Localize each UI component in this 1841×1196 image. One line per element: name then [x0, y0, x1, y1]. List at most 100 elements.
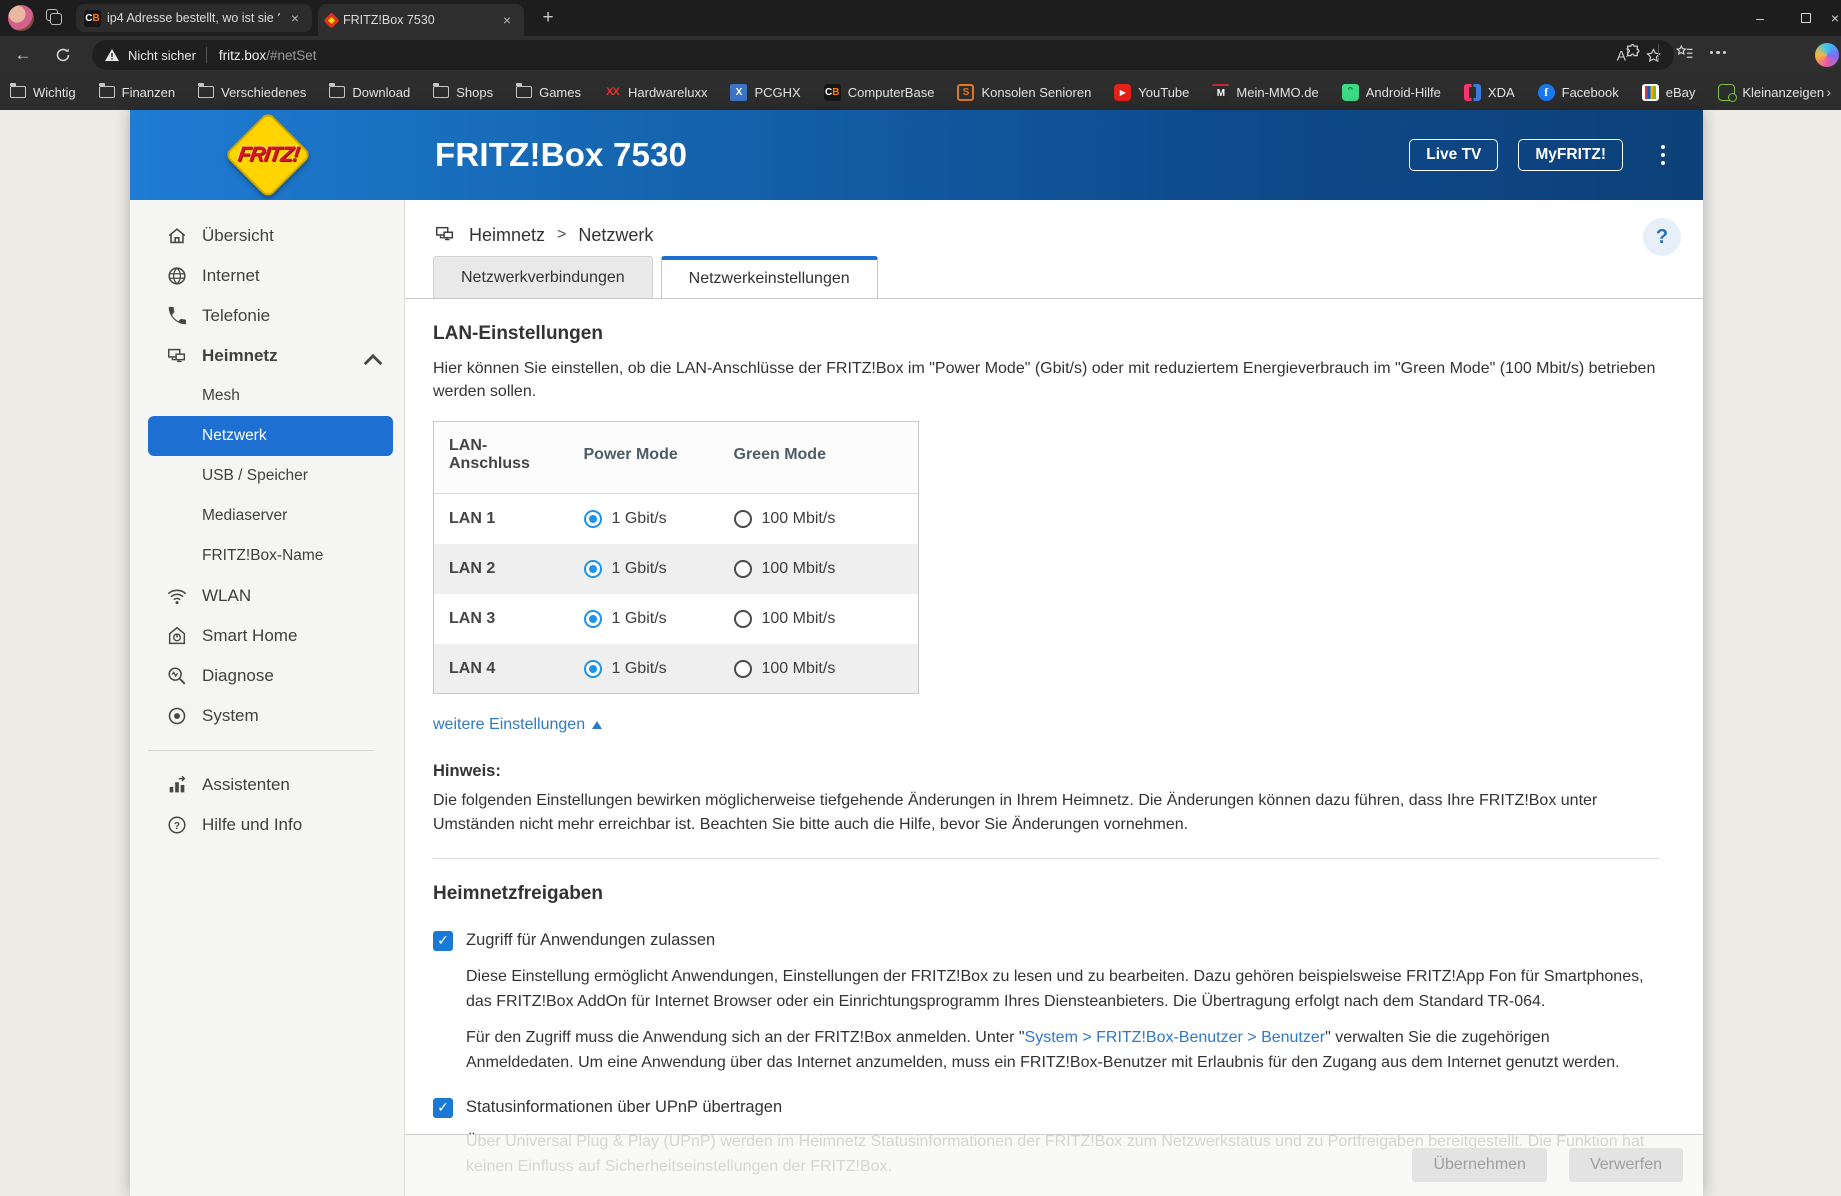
more-settings-link[interactable]: weitere Einstellungen — [433, 716, 1659, 734]
bookmark-item[interactable]: eBay — [1641, 83, 1695, 101]
header-menu-icon[interactable] — [1661, 145, 1665, 165]
bookmark-item[interactable]: M Mein-MMO.de — [1212, 83, 1319, 101]
help-button[interactable]: ? — [1643, 218, 1681, 256]
app-access-label[interactable]: Zugriff für Anwendungen zulassen — [466, 931, 715, 950]
extensions-icon[interactable] — [1623, 43, 1642, 62]
bookmark-item[interactable]: X PCGHX — [730, 83, 801, 101]
live-tv-button[interactable]: Live TV — [1409, 139, 1499, 171]
green-mode-radio[interactable] — [733, 510, 752, 529]
tab-close-icon[interactable]: × — [498, 12, 516, 28]
new-tab-button[interactable]: + — [536, 7, 560, 29]
sidebar-item-mesh[interactable]: Mesh — [130, 376, 404, 416]
bookmark-item[interactable]: Download — [329, 83, 410, 100]
apply-button[interactable]: Übernehmen — [1412, 1148, 1547, 1182]
bookmark-item[interactable]: Wichtig — [10, 83, 76, 100]
bookmark-item[interactable]: ▶ YouTube — [1114, 83, 1189, 101]
svg-text:?: ? — [174, 821, 180, 832]
network-icon — [168, 348, 186, 363]
browser-tab-active[interactable]: FRITZ!Box 7530 × — [318, 4, 524, 36]
sidebar-item-telefonie[interactable]: Telefonie — [130, 296, 404, 336]
bookmark-item[interactable]: XX Hardwareluxx — [604, 84, 707, 101]
settings-menu-icon[interactable] — [1709, 50, 1726, 55]
app-access-login-note: Für den Zugriff muss die Anwendung sich … — [466, 1029, 1620, 1072]
green-mode-radio[interactable] — [733, 659, 752, 678]
security-label[interactable]: Nicht sicher — [128, 48, 196, 63]
bookmark-item[interactable]: Games — [516, 83, 581, 100]
upnp-checkbox[interactable]: ✓ — [433, 1097, 453, 1118]
fritz-logo[interactable]: FRITZ! — [130, 110, 405, 200]
app-header: FRITZ! FRITZ!Box 7530 Live TV MyFRITZ! — [130, 110, 1703, 200]
sidebar-item-heimnetz[interactable]: Heimnetz — [130, 336, 404, 376]
profile-avatar[interactable] — [8, 5, 34, 31]
close-button[interactable]: × — [1829, 0, 1841, 36]
user-settings-link[interactable]: System > FRITZ!Box-Benutzer > Benutzer — [1025, 1029, 1326, 1046]
chevron-up-icon[interactable] — [362, 349, 384, 371]
upnp-label[interactable]: Statusinformationen über UPnP übertragen — [466, 1098, 782, 1117]
android-icon — [1341, 83, 1359, 101]
refresh-icon[interactable] — [50, 43, 76, 67]
app-access-checkbox[interactable]: ✓ — [433, 930, 453, 951]
sidebar-item-system[interactable]: System — [130, 696, 404, 736]
bookmark-item[interactable]: Finanzen — [98, 83, 175, 100]
bookmark-item[interactable]: S Konsolen Senioren — [957, 83, 1091, 101]
tab-groups-icon[interactable] — [46, 9, 64, 27]
green-mode-radio[interactable] — [733, 559, 752, 578]
tab-netzwerkeinstellungen[interactable]: Netzwerkeinstellungen — [660, 256, 878, 298]
konsolen-senioren-icon: S — [957, 83, 975, 101]
myfritz-button[interactable]: MyFRITZ! — [1518, 139, 1623, 171]
power-mode-radio[interactable] — [583, 609, 602, 628]
discard-button[interactable]: Verwerfen — [1568, 1148, 1683, 1182]
apply-bar: Übernehmen Verwerfen — [405, 1134, 1703, 1196]
sidebar-item-smart-home[interactable]: Smart Home — [130, 616, 404, 656]
sidebar-item-fritzbox-name[interactable]: FRITZ!Box-Name — [130, 536, 404, 576]
browser-toolbar: ← Nicht sicher fritz.box /#netSet A) — [0, 36, 1841, 74]
back-icon[interactable]: ← — [10, 43, 36, 67]
bookmark-item[interactable]: XDA — [1463, 83, 1515, 101]
folder-icon — [433, 83, 450, 98]
bookmark-item[interactable]: Kleinanzeigen — [1718, 83, 1824, 102]
bookmark-item[interactable]: Shops — [433, 83, 493, 100]
sidebar-item-uebersicht[interactable]: Übersicht — [130, 216, 404, 256]
bookmarks-overflow-icon[interactable]: › — [1826, 84, 1831, 100]
breadcrumb-section[interactable]: Heimnetz — [469, 225, 545, 246]
divider — [205, 47, 207, 63]
computerbase-icon: CB — [823, 83, 841, 101]
breadcrumb-separator: > — [557, 226, 567, 243]
sidebar-item-assistenten[interactable]: Assistenten — [130, 765, 404, 805]
url-host[interactable]: fritz.box — [219, 48, 266, 63]
sidebar-item-hilfe[interactable]: ? Hilfe und Info — [130, 805, 404, 845]
hardwareluxx-icon: XX — [606, 86, 620, 98]
green-mode-radio[interactable] — [733, 609, 752, 628]
power-mode-radio[interactable] — [583, 510, 602, 529]
tab-netzwerkverbindungen[interactable]: Netzwerkverbindungen — [433, 256, 653, 298]
address-bar[interactable]: Nicht sicher fritz.box /#netSet A) — [92, 40, 1674, 70]
table-row: LAN 2 1 Gbit/s 100 Mbit/s — [433, 543, 919, 594]
home-icon — [168, 228, 186, 244]
folder-icon — [10, 83, 26, 98]
minimize-button[interactable]: – — [1737, 0, 1783, 36]
power-mode-radio[interactable] — [583, 559, 602, 578]
url-path[interactable]: /#netSet — [266, 48, 316, 63]
tab-close-icon[interactable]: × — [286, 10, 304, 26]
bookmark-item[interactable]: Android-Hilfe — [1341, 83, 1441, 101]
sidebar-item-diagnose[interactable]: Diagnose — [130, 656, 404, 696]
sidebar-item-mediaserver[interactable]: Mediaserver — [130, 496, 404, 536]
copilot-icon[interactable] — [1815, 43, 1839, 67]
collections-icon[interactable] — [1675, 43, 1694, 62]
bookmark-item[interactable]: f Facebook — [1537, 83, 1619, 101]
power-mode-radio[interactable] — [583, 659, 602, 678]
maximize-button[interactable] — [1783, 0, 1829, 36]
kleinanzeigen-icon — [1718, 83, 1738, 102]
hint-text: Die folgenden Einstellungen bewirken mög… — [433, 792, 1598, 833]
sidebar-item-netzwerk[interactable]: Netzwerk — [148, 416, 393, 456]
browser-tab-inactive[interactable]: CB ip4 Adresse bestellt, wo ist sie ?! |… — [76, 4, 312, 32]
bookmark-item[interactable]: Verschiedenes — [198, 83, 306, 100]
sidebar-item-wlan[interactable]: WLAN — [130, 576, 404, 616]
sidebar-item-internet[interactable]: Internet — [130, 256, 404, 296]
sidebar-item-usb-speicher[interactable]: USB / Speicher — [130, 456, 404, 496]
table-row: LAN 4 1 Gbit/s 100 Mbit/s — [433, 643, 919, 694]
sidebar: Übersicht Internet Telefonie Heimnetz Me… — [130, 200, 405, 1196]
bookmarks-bar: Wichtig Finanzen Verschiedenes Download … — [0, 74, 1841, 110]
bookmark-item[interactable]: C B ComputerBase — [823, 83, 934, 101]
computerbase-favicon: CB — [84, 9, 101, 27]
